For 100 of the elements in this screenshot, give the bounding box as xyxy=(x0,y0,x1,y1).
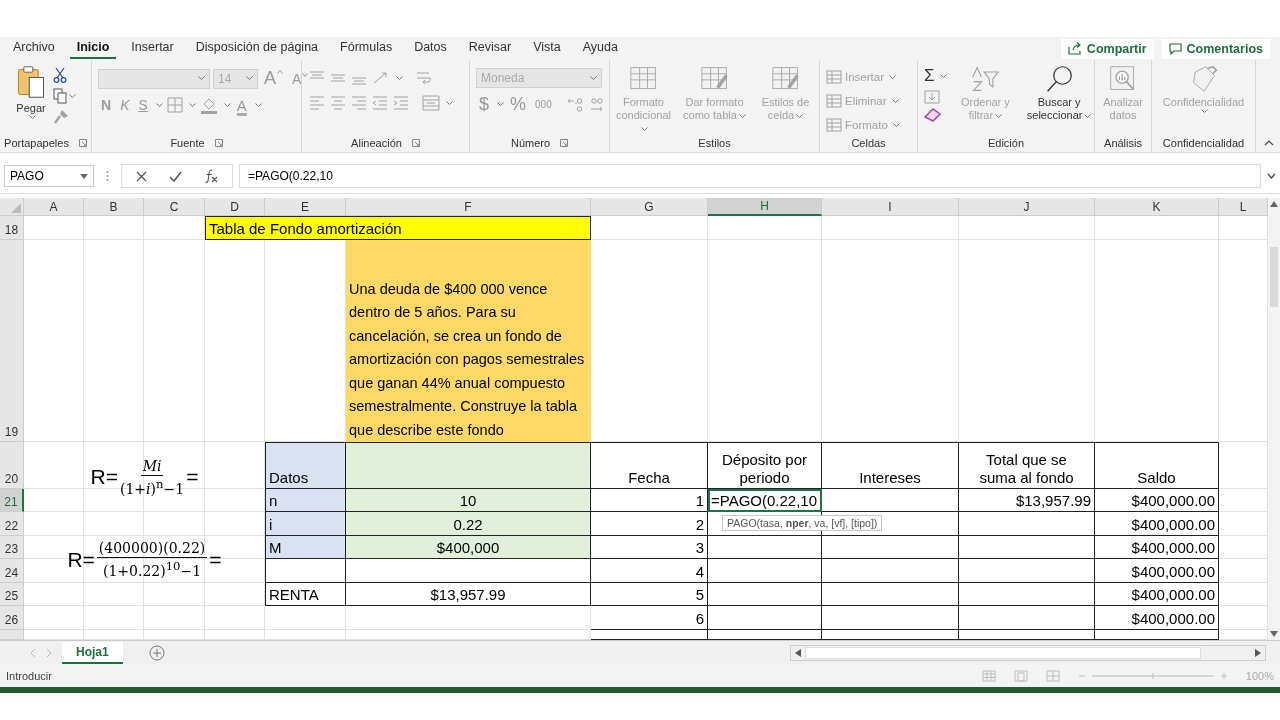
column-header[interactable]: E xyxy=(265,198,346,216)
cells-icon xyxy=(826,94,842,108)
scrollbar-thumb[interactable] xyxy=(805,647,1201,659)
previous-sheet-icon[interactable] xyxy=(30,649,36,657)
find-select-button[interactable]: Buscar y seleccionar xyxy=(1024,64,1094,124)
dialog-launcher-icon[interactable] xyxy=(411,139,420,147)
problem-text-cell: Una deuda de $400 000 vence dentro de 5 años. Para su cancelación, se crea un fondo de amortización con pagos semestrales que ganan 44% anual compuesto semestralmente. Construye la tabla que describe este fondo xyxy=(346,240,591,442)
caret-icon xyxy=(446,100,453,106)
group-label: Fuente xyxy=(170,137,205,149)
table-header-cell: Fecha xyxy=(591,442,708,489)
scroll-up-icon[interactable] xyxy=(1270,201,1278,207)
row-header[interactable]: 21 xyxy=(0,489,24,512)
table-cell: $400,000.00 xyxy=(1095,536,1219,559)
eraser-icon[interactable] xyxy=(924,106,942,124)
scroll-down-icon[interactable] xyxy=(1270,631,1278,637)
next-sheet-icon[interactable] xyxy=(46,649,52,657)
column-header[interactable]: L xyxy=(1219,198,1268,216)
dialog-launcher-icon[interactable] xyxy=(78,139,87,147)
table-cell[interactable] xyxy=(708,559,822,583)
page-break-icon[interactable] xyxy=(1045,670,1060,682)
row-header[interactable]: 24 xyxy=(0,559,24,583)
group-label: Edición xyxy=(987,137,1025,149)
menu-tab[interactable]: Revisar xyxy=(461,38,519,59)
row-header[interactable]: 25 xyxy=(0,583,24,606)
table-cell: RENTA xyxy=(265,583,346,606)
caret-icon xyxy=(590,75,597,81)
column-header[interactable]: B xyxy=(84,198,144,216)
table-cell[interactable] xyxy=(708,583,822,606)
row-header[interactable]: 26 xyxy=(0,606,24,630)
column-header[interactable]: I xyxy=(822,198,959,216)
zoom-slider-icon[interactable] xyxy=(1077,671,1228,681)
column-header[interactable]: J xyxy=(959,198,1095,216)
function-tooltip: PAGO(tasa, nper, va, [vf], [tipo]) xyxy=(722,515,883,531)
menu-tab[interactable]: Datos xyxy=(407,38,454,59)
table-cell: 5 xyxy=(591,583,708,606)
column-header[interactable]: C xyxy=(144,198,205,216)
dialog-launcher-icon[interactable] xyxy=(560,139,569,147)
group-label: Estilos xyxy=(698,137,731,149)
select-all-icon[interactable] xyxy=(11,203,21,213)
table-cell: $400,000.00 xyxy=(1095,512,1219,536)
group-label: Análisis xyxy=(1104,137,1142,149)
title-cell: Tabla de Fondo amortización xyxy=(205,216,591,240)
row-header[interactable] xyxy=(0,630,24,640)
caret-icon xyxy=(891,98,899,104)
name-box[interactable]: PAGO xyxy=(4,165,94,187)
scroll-right-icon[interactable] xyxy=(1255,649,1261,657)
comment-icon xyxy=(1168,42,1182,55)
caret-icon xyxy=(69,93,76,99)
clipboard-icon xyxy=(16,65,46,99)
sheet-tab[interactable]: Hoja1 xyxy=(62,642,123,664)
caret-up-icon xyxy=(277,70,283,74)
table-cell: 6 xyxy=(591,606,708,630)
expand-icon[interactable] xyxy=(1267,173,1276,179)
dialog-launcher-icon[interactable] xyxy=(214,139,223,147)
column-header[interactable]: D xyxy=(205,198,265,216)
column-header[interactable]: G xyxy=(591,198,708,216)
caret-icon xyxy=(28,115,36,121)
row-header[interactable]: 18 xyxy=(0,216,24,240)
column-header[interactable]: H xyxy=(708,198,822,216)
autosum-button[interactable]: Σ xyxy=(924,64,947,88)
row-header[interactable]: 20 xyxy=(0,442,24,489)
status-mode: Introducir xyxy=(6,670,52,682)
scroll-left-icon[interactable] xyxy=(795,649,801,657)
share-button[interactable]: Compartir xyxy=(1060,38,1154,59)
cells-icon xyxy=(826,70,842,84)
caret-icon xyxy=(1084,113,1092,119)
row-header[interactable]: 19 xyxy=(0,240,24,442)
column-header[interactable]: A xyxy=(24,198,84,216)
scrollbar-thumb[interactable] xyxy=(1270,247,1278,307)
comments-button[interactable]: Comentarios xyxy=(1161,38,1270,59)
column-header[interactable]: K xyxy=(1095,198,1219,216)
formula-input[interactable]: =PAGO(0.22,10 xyxy=(239,164,1261,188)
menu-tab[interactable]: Vista xyxy=(526,38,568,59)
menu-tab[interactable]: Archivo xyxy=(6,38,62,59)
paste-button[interactable]: Pegar xyxy=(14,64,48,122)
magnifier-chart-icon xyxy=(1109,65,1137,93)
table-cell[interactable] xyxy=(708,606,822,630)
table-cell[interactable] xyxy=(708,536,822,559)
add-sheet-icon[interactable] xyxy=(148,645,165,661)
menu-tab[interactable]: Insertar xyxy=(124,38,181,59)
normal-view-icon[interactable] xyxy=(981,670,996,682)
group-label: Celdas xyxy=(851,137,886,149)
copy-button[interactable] xyxy=(52,87,77,105)
table-cell[interactable]: =PAGO(0.22,10 xyxy=(708,489,822,512)
table-cell: 0.22 xyxy=(346,512,591,536)
menu-tab[interactable]: Ayuda xyxy=(575,38,625,59)
cancel-icon[interactable] xyxy=(136,170,147,182)
enter-icon[interactable] xyxy=(169,170,182,182)
collapse-ribbon-icon[interactable] xyxy=(1264,140,1274,146)
caret-icon xyxy=(796,113,804,119)
menu-tab[interactable]: Disposición de página xyxy=(188,38,326,59)
page-layout-icon[interactable] xyxy=(1013,670,1028,682)
group-label: Alineación xyxy=(351,137,402,149)
menu-tab[interactable]: Fórmulas xyxy=(333,38,400,59)
more-icon xyxy=(106,170,109,182)
column-header[interactable]: F xyxy=(346,198,591,216)
row-header[interactable]: 22 xyxy=(0,512,24,536)
row-header[interactable]: 23 xyxy=(0,536,24,559)
insert-function-icon[interactable] xyxy=(204,169,218,183)
caret-icon xyxy=(1201,109,1208,115)
